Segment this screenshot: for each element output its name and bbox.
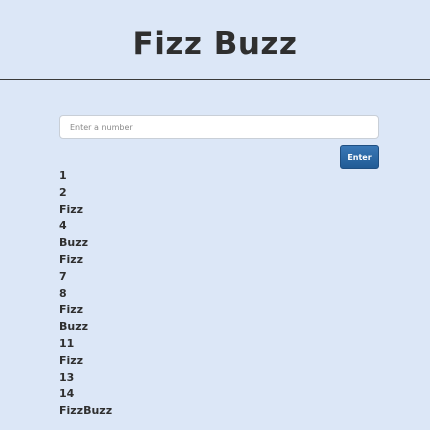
result-item: 11: [59, 336, 75, 350]
result-item: Buzz: [59, 236, 89, 250]
result-item: Fizz: [59, 252, 84, 266]
number-input[interactable]: [59, 115, 379, 139]
result-item: Fizz: [59, 303, 84, 317]
result-item: 4: [59, 219, 67, 233]
results-list: 1 2 Fizz 4 Buzz Fizz 7 8 Fizz Buzz 11 Fi…: [59, 168, 112, 420]
result-item: 2: [59, 185, 67, 199]
result-item: 7: [59, 269, 67, 283]
result-item: Buzz: [59, 320, 89, 334]
result-item: Fizz: [59, 353, 84, 367]
result-item: 1: [59, 169, 67, 182]
page-title: Fizz Buzz: [132, 26, 298, 62]
result-item: FizzBuzz: [59, 404, 113, 418]
result-item: 14: [59, 387, 75, 401]
result-item: 8: [59, 286, 67, 300]
enter-button[interactable]: Enter: [340, 145, 379, 169]
page-header: Fizz Buzz: [0, 0, 430, 80]
result-item: Fizz: [59, 202, 84, 216]
result-item: 13: [59, 370, 75, 384]
